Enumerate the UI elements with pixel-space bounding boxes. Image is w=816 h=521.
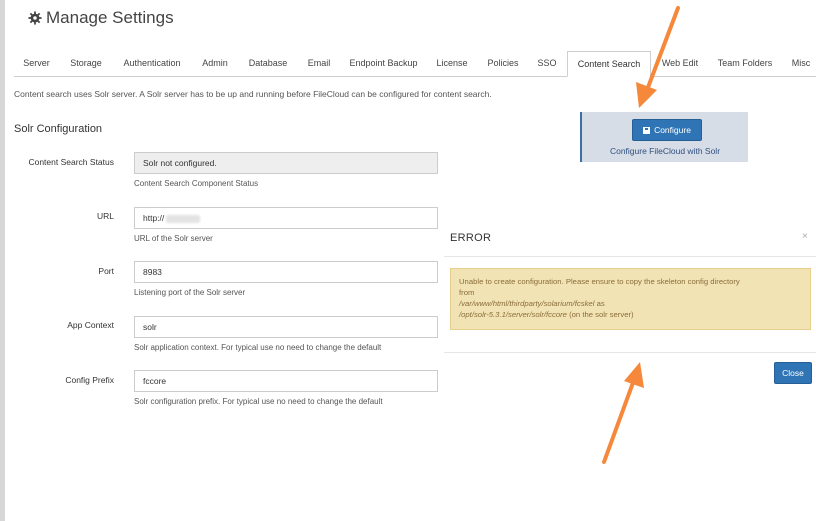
tab-policies[interactable]: Policies xyxy=(481,51,525,76)
tab-misc[interactable]: Misc xyxy=(786,51,816,76)
tab-database[interactable]: Database xyxy=(243,51,293,76)
page-title: Manage Settings xyxy=(46,8,174,27)
port-label: Port xyxy=(98,266,114,276)
error-suffix: (on the solr server) xyxy=(569,310,634,319)
left-edge-bar xyxy=(0,0,5,521)
modal-header-divider xyxy=(444,256,816,257)
tab-server[interactable]: Server xyxy=(14,51,59,76)
tab-storage[interactable]: Storage xyxy=(62,51,110,76)
app-context-label: App Context xyxy=(67,320,114,330)
url-field[interactable]: http:// xyxy=(134,207,438,229)
app-context-help: Solr application context. For typical us… xyxy=(134,343,382,352)
settings-tabs: Server Storage Authentication Admin Data… xyxy=(14,51,816,77)
tab-web-edit[interactable]: Web Edit xyxy=(657,51,703,76)
error-message-line2: from xyxy=(459,288,475,297)
tab-authentication[interactable]: Authentication xyxy=(116,51,188,76)
tab-endpoint-backup[interactable]: Endpoint Backup xyxy=(344,51,423,76)
arrow-to-error xyxy=(602,362,644,464)
close-button[interactable]: Close xyxy=(774,362,812,384)
port-help: Listening port of the Solr server xyxy=(134,288,246,297)
status-help: Content Search Component Status xyxy=(134,179,259,188)
floppy-disk-icon xyxy=(643,126,651,134)
config-prefix-field[interactable]: fccore xyxy=(134,370,438,392)
tab-team-folders[interactable]: Team Folders xyxy=(711,51,779,76)
tab-sso[interactable]: SSO xyxy=(533,51,561,76)
configure-panel: Configure Configure FileCloud with Solr xyxy=(580,112,748,162)
configure-button-label: Configure xyxy=(654,125,691,135)
section-title: Solr Configuration xyxy=(14,123,103,135)
config-prefix-label: Config Prefix xyxy=(65,375,114,385)
url-value: http:// xyxy=(143,213,165,223)
error-alert: Unable to create configuration. Please e… xyxy=(450,268,811,330)
configure-button[interactable]: Configure xyxy=(632,119,702,141)
gear-icon xyxy=(28,11,42,25)
tab-content-search[interactable]: Content Search xyxy=(567,51,651,77)
page-header: Manage Settings xyxy=(28,6,174,30)
modal-footer-divider xyxy=(444,352,816,353)
modal-title: ERROR xyxy=(450,232,492,244)
close-icon[interactable]: × xyxy=(802,231,808,242)
error-path-to: /opt/solr-5.3.1/server/solr/fccore xyxy=(459,310,567,319)
tab-admin[interactable]: Admin xyxy=(195,51,235,76)
info-text: Content search uses Solr server. A Solr … xyxy=(14,89,492,99)
error-as-word: as xyxy=(596,299,605,308)
url-help: URL of the Solr server xyxy=(134,234,213,243)
redacted-host xyxy=(166,214,201,223)
status-label: Content Search Status xyxy=(28,157,114,167)
app-context-field[interactable]: solr xyxy=(134,316,438,338)
tab-email[interactable]: Email xyxy=(301,51,337,76)
error-path-from: /var/www/html/thirdparty/solarium/fcskel xyxy=(459,299,595,308)
status-field: Solr not configured. xyxy=(134,152,438,174)
config-prefix-help: Solr configuration prefix. For typical u… xyxy=(134,397,383,406)
tab-license[interactable]: License xyxy=(431,51,473,76)
error-message-line1: Unable to create configuration. Please e… xyxy=(459,277,740,286)
url-label: URL xyxy=(96,211,114,221)
configure-caption: Configure FileCloud with Solr xyxy=(609,146,721,156)
port-field[interactable]: 8983 xyxy=(134,261,438,283)
